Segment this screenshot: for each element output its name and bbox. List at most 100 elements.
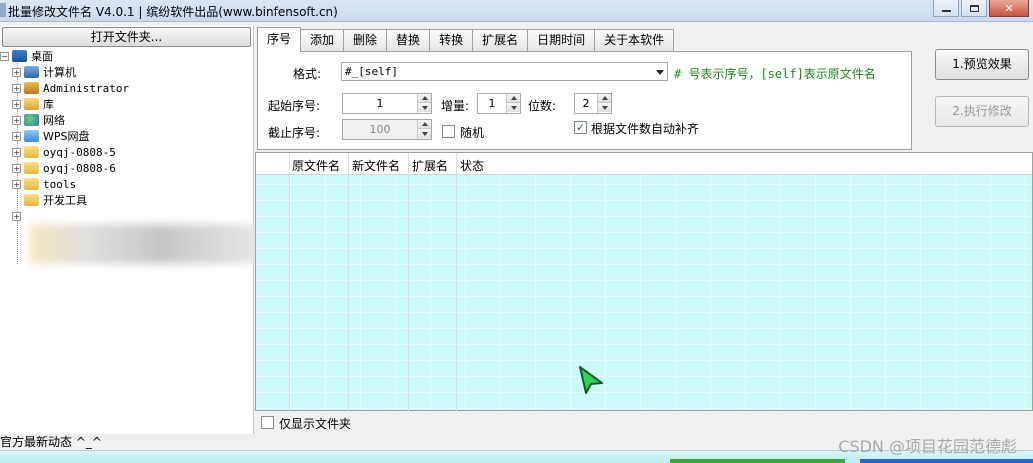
increment-button[interactable] [418, 94, 431, 103]
increment-button[interactable] [418, 120, 431, 129]
folder-icon [24, 178, 39, 190]
tab-delete[interactable]: 删除 [343, 29, 388, 52]
column-divider [456, 153, 457, 412]
column-extension[interactable]: 扩展名 [412, 157, 448, 174]
expand-icon[interactable]: + [12, 67, 21, 77]
app-icon [0, 3, 6, 17]
folder-icon [24, 194, 39, 206]
decrement-button[interactable] [418, 103, 431, 112]
expand-icon[interactable]: + [12, 179, 21, 189]
tree-item-administrator[interactable]: + Administrator [12, 80, 129, 96]
expand-icon[interactable]: + [12, 83, 21, 93]
increment-label: 增量: [441, 99, 470, 113]
expand-icon[interactable]: + [12, 99, 21, 109]
start-number-label: 起始序号: [268, 99, 321, 113]
expand-icon[interactable]: + [12, 131, 21, 141]
tree-item-library[interactable]: + 库 [12, 96, 54, 112]
format-value: #_[self] [345, 65, 398, 78]
tab-sequence[interactable]: 序号 [257, 27, 302, 52]
end-number-label: 截止序号: [268, 126, 321, 140]
sequence-options-panel: 格式: #_[self] # 号表示序号，[self]表示原文件名 起始序号: … [257, 51, 912, 150]
tree-item-folder[interactable]: + oyqj-0808-5 [12, 144, 116, 160]
tree-item-desktop[interactable]: − 桌面 [0, 48, 53, 64]
increment-value: 1 [488, 97, 496, 110]
digits-value: 2 [582, 97, 590, 110]
column-new-name[interactable]: 新文件名 [352, 157, 400, 174]
tree-item-label: 开发工具 [43, 194, 87, 207]
tree-item-dev-tools[interactable]: 开发工具 [24, 192, 87, 208]
cloud-icon [24, 130, 39, 142]
tree-item-label: 网络 [43, 114, 65, 127]
digits-stepper[interactable]: 2 [574, 93, 612, 114]
column-divider [348, 153, 349, 412]
tab-replace[interactable]: 替换 [386, 29, 431, 52]
decrement-button[interactable] [418, 129, 431, 138]
file-list[interactable]: 原文件名 新文件名 扩展名 状态 [255, 152, 1033, 412]
column-status[interactable]: 状态 [460, 157, 484, 174]
column-original-name[interactable]: 原文件名 [292, 157, 340, 174]
increment-stepper[interactable]: 1 [477, 93, 521, 114]
increment-button[interactable] [598, 94, 611, 103]
tab-bar: 序号 添加 删除 替换 转换 扩展名 日期时间 关于本软件 [257, 27, 675, 52]
network-icon [24, 114, 39, 126]
auto-pad-checkbox[interactable]: ✓ [574, 121, 587, 134]
caret-up-icon [510, 96, 517, 100]
tab-datetime[interactable]: 日期时间 [527, 29, 596, 52]
green-accent-bar [670, 459, 845, 463]
expand-icon[interactable]: + [12, 163, 21, 173]
end-number-value: 100 [369, 123, 391, 136]
redacted-region [30, 224, 270, 264]
random-checkbox[interactable] [442, 125, 455, 138]
maximize-button[interactable] [961, 0, 987, 17]
minimize-icon [941, 9, 951, 12]
open-folder-button[interactable]: 打开文件夹... [2, 27, 251, 47]
tree-item-label: 计算机 [43, 66, 76, 79]
close-button[interactable]: ✕ [989, 0, 1029, 17]
tree-item-tools[interactable]: + tools [12, 176, 76, 192]
only-folders-label: 仅显示文件夹 [279, 417, 352, 431]
expand-icon[interactable]: + [12, 147, 21, 157]
tree-item-folder[interactable]: + oyqj-0808-6 [12, 160, 116, 176]
tree-item-computer[interactable]: + 计算机 [12, 64, 76, 80]
only-folders-checkbox[interactable] [261, 416, 274, 429]
tree-item-label: oyqj-0808-5 [43, 145, 116, 159]
title-bar: 批量修改文件名 V4.0.1 | 缤纷软件出品(www.binfensoft.c… [0, 0, 1033, 22]
stepper-buttons [597, 94, 611, 113]
tree-item-wps-cloud[interactable]: + WPS网盘 [12, 128, 90, 144]
maximize-icon [969, 4, 979, 12]
auto-pad-label: 根据文件数自动补齐 [591, 122, 700, 136]
format-select[interactable]: #_[self] [341, 62, 668, 81]
tab-convert[interactable]: 转换 [429, 29, 474, 52]
tab-about[interactable]: 关于本软件 [594, 29, 675, 52]
column-divider [289, 153, 290, 412]
expand-icon[interactable]: + [12, 115, 21, 125]
format-label: 格式: [293, 67, 322, 81]
increment-button[interactable] [507, 94, 520, 103]
tree-item-network[interactable]: + 网络 [12, 112, 65, 128]
tree-item-label: tools [43, 177, 77, 191]
tree-item-label: oyqj-0808-6 [43, 161, 116, 175]
news-status[interactable]: 官方最新动态 ^_^ [0, 434, 254, 450]
start-number-value: 1 [376, 97, 384, 110]
window-title: 批量修改文件名 V4.0.1 | 缤纷软件出品(www.binfensoft.c… [8, 5, 338, 19]
execute-button[interactable]: 2.执行修改 [935, 96, 1029, 127]
caret-up-icon [601, 96, 608, 100]
tree-item-label: Administrator [43, 81, 130, 95]
collapse-icon[interactable]: − [0, 51, 9, 61]
digits-label: 位数: [528, 99, 557, 113]
tab-extension[interactable]: 扩展名 [472, 29, 529, 52]
decrement-button[interactable] [507, 103, 520, 112]
tree-item-redacted[interactable]: + [12, 208, 24, 224]
decrement-button[interactable] [598, 103, 611, 112]
minimize-button[interactable] [933, 0, 959, 17]
tab-add[interactable]: 添加 [300, 29, 345, 52]
stepper-buttons [506, 94, 520, 113]
expand-icon[interactable]: + [12, 211, 21, 221]
chevron-down-icon [656, 70, 664, 75]
end-number-stepper[interactable]: 100 [342, 119, 432, 140]
caret-up-icon [421, 96, 428, 100]
preview-button[interactable]: 1.预览效果 [935, 49, 1029, 80]
list-header: 原文件名 新文件名 扩展名 状态 [256, 153, 1032, 175]
caret-down-icon [421, 131, 428, 136]
start-number-stepper[interactable]: 1 [342, 93, 432, 114]
